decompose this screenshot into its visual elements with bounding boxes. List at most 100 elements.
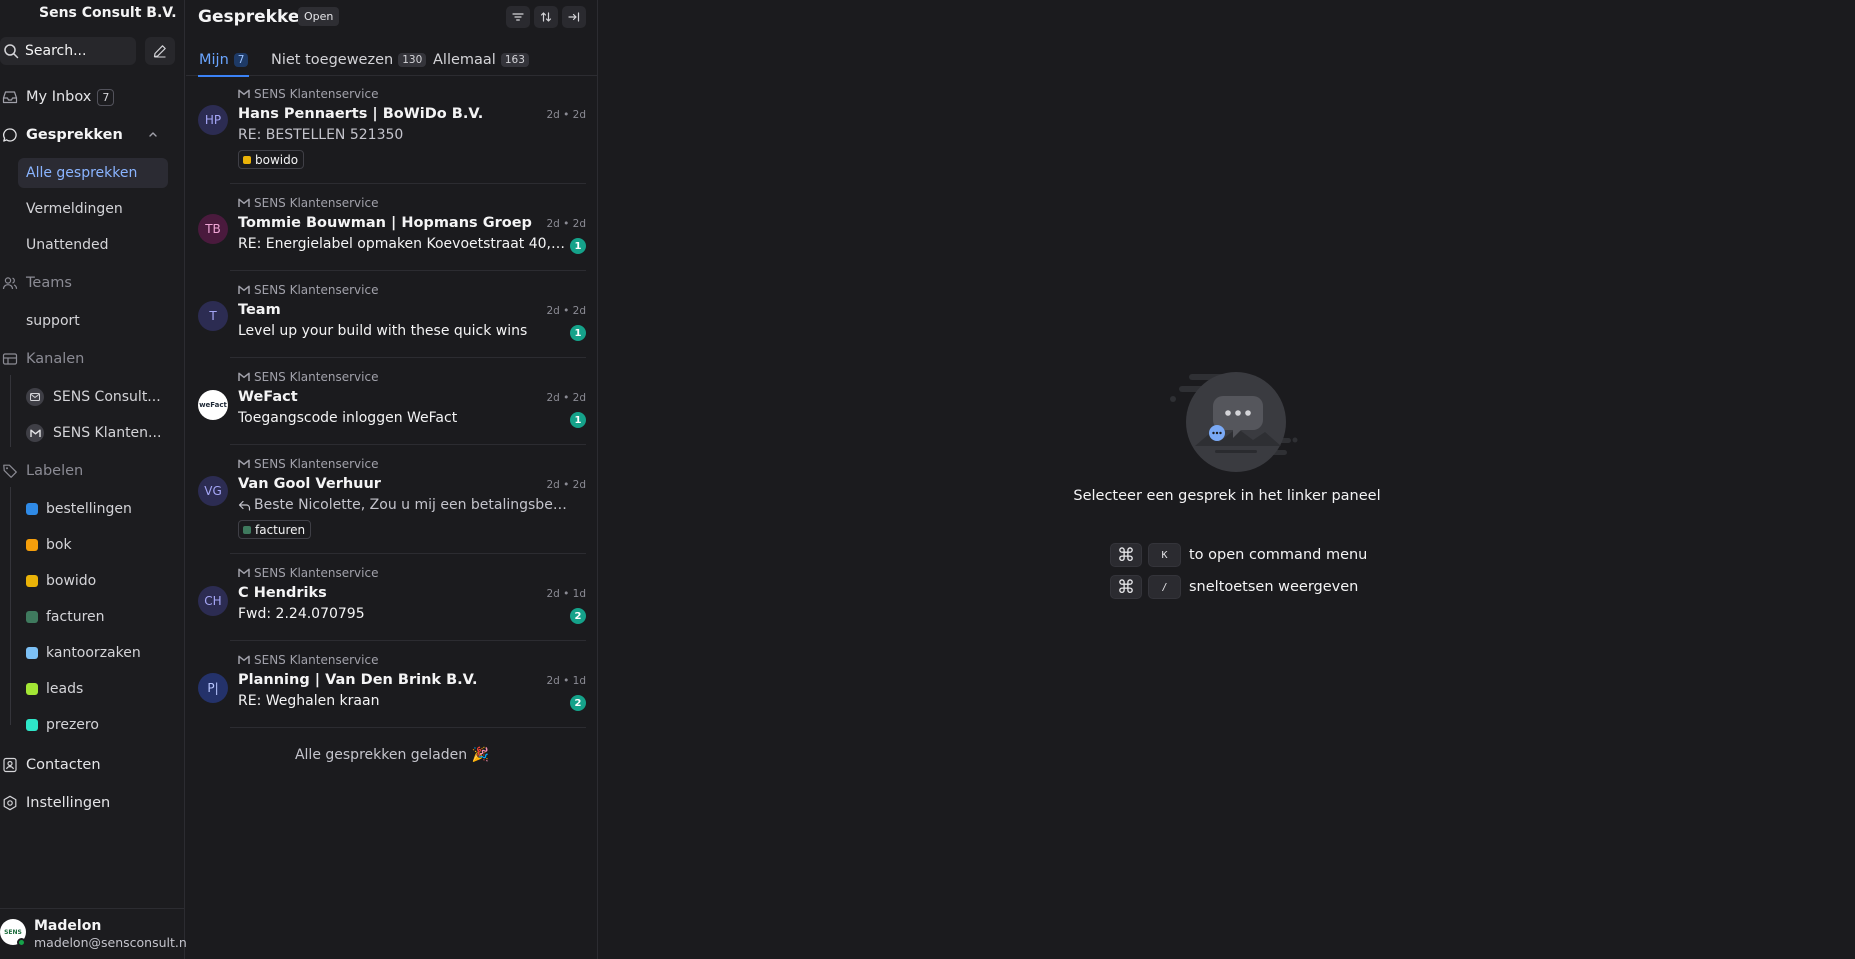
nav-channel-label: SENS Klanten... bbox=[53, 425, 162, 441]
nav-contacts[interactable]: Contacten bbox=[0, 753, 175, 777]
search-input[interactable] bbox=[25, 43, 133, 59]
label-item-leads[interactable]: leads bbox=[18, 674, 168, 704]
search-box[interactable] bbox=[0, 37, 136, 65]
account-name[interactable]: Sens Consult B.V. bbox=[39, 5, 177, 21]
label-item-bok[interactable]: bok bbox=[18, 530, 168, 560]
label-color-swatch bbox=[26, 503, 38, 515]
tab-count: 7 bbox=[233, 53, 249, 67]
tab-count: 130 bbox=[398, 53, 427, 67]
label-item-kantoorzaken[interactable]: kantoorzaken bbox=[18, 638, 168, 668]
conversation-item[interactable]: SENS Klantenservice T Team 2d • 2d Level… bbox=[186, 283, 598, 358]
reply-icon bbox=[238, 500, 251, 511]
label-item-bowido[interactable]: bowido bbox=[18, 566, 168, 596]
status-filter-chip[interactable]: Open bbox=[298, 7, 340, 26]
contact-card-icon bbox=[3, 757, 17, 773]
label-item-bestellingen[interactable]: bestellingen bbox=[18, 494, 168, 524]
label-item-text: kantoorzaken bbox=[46, 645, 141, 661]
conversation-time: 2d • 2d bbox=[546, 218, 586, 230]
sidebar: Sens Consult B.V. My Inbox 7 Gesprekken … bbox=[0, 0, 190, 959]
nav-my-inbox[interactable]: My Inbox 7 bbox=[0, 85, 175, 109]
gmail-icon bbox=[238, 89, 250, 98]
tab-all[interactable]: Allemaal 163 bbox=[432, 44, 530, 76]
chevron-up-icon[interactable] bbox=[146, 127, 160, 141]
empty-state-text: Selecteer een gesprek in het linker pane… bbox=[1073, 488, 1381, 504]
message-preview-text: Beste Nicolette, Zou u mij een betalings… bbox=[254, 497, 568, 513]
contact-name: Tommie Bouwman | Hopmans Groep bbox=[238, 215, 532, 231]
label-chip[interactable]: facturen bbox=[238, 520, 312, 539]
compose-button[interactable] bbox=[145, 37, 175, 65]
message-preview: Beste Nicolette, Zou u mij een betalings… bbox=[238, 497, 568, 513]
conversation-item[interactable]: SENS Klantenservice CH C Hendriks 2d • 1… bbox=[186, 566, 598, 641]
tab-unassigned[interactable]: Niet toegewezen 130 bbox=[270, 44, 427, 76]
conversation-detail-panel: Selecteer een gesprek in het linker pane… bbox=[599, 0, 1855, 959]
nav-conversations[interactable]: Gesprekken bbox=[0, 123, 175, 147]
label-item-prezero[interactable]: prezero bbox=[18, 710, 168, 740]
tab-count: 163 bbox=[500, 53, 529, 67]
avatar: T bbox=[198, 301, 228, 331]
conversation-item[interactable]: SENS Klantenservice VG Van Gool Verhuur … bbox=[186, 457, 598, 554]
inbox-name: SENS Klantenservice bbox=[254, 87, 379, 101]
label-color-swatch bbox=[26, 683, 38, 695]
filter-icon bbox=[512, 13, 524, 21]
conversation-time: 2d • 1d bbox=[546, 588, 586, 600]
label-chip[interactable]: bowido bbox=[238, 150, 305, 169]
label-item-text: leads bbox=[46, 681, 84, 697]
conversation-time: 2d • 2d bbox=[546, 305, 586, 317]
divider bbox=[230, 444, 586, 445]
label-chip-text: facturen bbox=[255, 522, 306, 537]
unread-count-badge: 2 bbox=[570, 695, 586, 711]
inbox-name: SENS Klantenservice bbox=[254, 283, 379, 297]
conversation-item[interactable]: SENS Klantenservice weFact WeFact 2d • 2… bbox=[186, 370, 598, 445]
nav-mentions[interactable]: Vermeldingen bbox=[18, 194, 168, 224]
message-preview: Toegangscode inloggen WeFact bbox=[238, 410, 458, 426]
nav-settings[interactable]: Instellingen bbox=[0, 791, 175, 815]
label-item-facturen[interactable]: facturen bbox=[18, 602, 168, 632]
shortcut-key: K bbox=[1148, 543, 1181, 567]
nav-unattended[interactable]: Unattended bbox=[18, 230, 168, 260]
label-color-swatch bbox=[26, 575, 38, 587]
conversation-inbox: SENS Klantenservice bbox=[238, 457, 378, 471]
nav-channel-sens-consult[interactable]: SENS Consult... bbox=[18, 382, 168, 412]
nav-channel-sens-klantenservice[interactable]: SENS Klanten... bbox=[18, 418, 168, 448]
tab-mine[interactable]: Mijn 7 bbox=[198, 44, 250, 77]
filter-button[interactable] bbox=[506, 6, 530, 28]
collapse-panel-button[interactable] bbox=[562, 6, 586, 28]
conversation-item[interactable]: SENS Klantenservice HP Hans Pennaerts | … bbox=[186, 87, 598, 184]
nav-all-conversations-label: Alle gesprekken bbox=[26, 165, 138, 181]
gmail-icon bbox=[238, 372, 250, 381]
conversation-time: 2d • 2d bbox=[546, 479, 586, 491]
my-inbox-count: 7 bbox=[97, 88, 115, 106]
avatar: HP bbox=[198, 105, 228, 135]
nav-all-conversations[interactable]: Alle gesprekken bbox=[18, 158, 168, 188]
unread-count-badge: 1 bbox=[570, 412, 586, 428]
message-preview: Level up your build with these quick win… bbox=[238, 323, 528, 339]
users-icon bbox=[2, 277, 18, 290]
user-profile[interactable]: SENS Madelon madelon@sensconsult.nl bbox=[0, 908, 190, 959]
nav-channels-label: Kanalen bbox=[26, 351, 85, 367]
page-title: Gesprekken bbox=[198, 7, 312, 27]
conversation-inbox: SENS Klantenservice bbox=[238, 196, 378, 210]
nav-teams[interactable]: Teams bbox=[0, 271, 175, 295]
contact-name: Team bbox=[238, 302, 281, 318]
unread-count-badge: 1 bbox=[570, 325, 586, 341]
conversation-item[interactable]: SENS Klantenservice P| Planning | Van De… bbox=[186, 653, 598, 728]
label-color-swatch bbox=[26, 611, 38, 623]
nav-labels[interactable]: Labelen bbox=[0, 459, 175, 483]
nav-channels[interactable]: Kanalen bbox=[0, 347, 175, 371]
conversation-item[interactable]: SENS Klantenservice TB Tommie Bouwman | … bbox=[186, 196, 598, 271]
contact-name: Van Gool Verhuur bbox=[238, 476, 381, 492]
tab-label: Allemaal bbox=[433, 52, 496, 68]
inbox-name: SENS Klantenservice bbox=[254, 370, 379, 384]
channels-tree-line bbox=[10, 375, 11, 447]
pencil-icon bbox=[153, 45, 166, 58]
label-color-swatch bbox=[26, 539, 38, 551]
nav-team-support[interactable]: support bbox=[18, 306, 168, 336]
sort-button[interactable] bbox=[534, 6, 558, 28]
conversation-inbox: SENS Klantenservice bbox=[238, 283, 378, 297]
nav-team-support-label: support bbox=[26, 313, 80, 329]
tab-label: Niet toegewezen bbox=[271, 52, 394, 68]
nav-labels-label: Labelen bbox=[26, 463, 84, 479]
gmail-icon bbox=[238, 459, 250, 468]
empty-conversation-illustration-icon bbox=[1170, 372, 1298, 472]
mail-channel-icon bbox=[26, 388, 44, 406]
